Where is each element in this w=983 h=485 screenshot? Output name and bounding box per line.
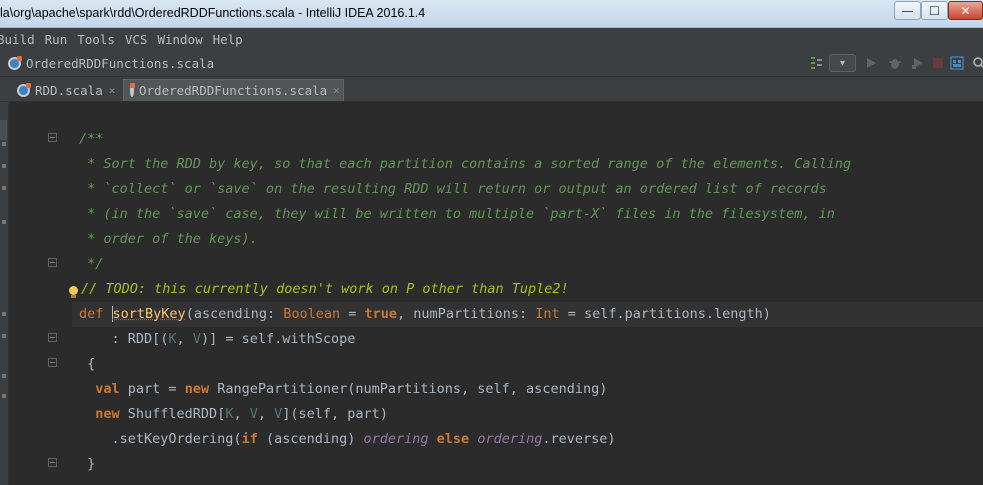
code-line-brace-close: } bbox=[79, 456, 96, 472]
type-param: V bbox=[192, 331, 201, 347]
window-title-bar: la\org\apache\spark\rdd\OrderedRDDFuncti… bbox=[0, 0, 983, 28]
keyword: new bbox=[184, 381, 210, 397]
code-line: /** bbox=[79, 131, 104, 147]
code-token: )] = self.withScope bbox=[200, 331, 356, 347]
tab-rdd-scala[interactable]: RDD.scala × bbox=[11, 79, 121, 101]
code-line-return-type: : RDD[(K, V)] = self.withScope bbox=[79, 327, 356, 352]
code-token: ](self, part) bbox=[282, 406, 388, 422]
todo-comment-line: // TODO: this currently doesn't work on … bbox=[81, 281, 569, 297]
code-token: : RDD[( bbox=[79, 331, 169, 347]
code-token: = bbox=[340, 306, 365, 322]
code-line: * order of the keys). bbox=[79, 231, 258, 247]
code-line: */ bbox=[79, 256, 104, 272]
fold-marker-icon[interactable] bbox=[48, 358, 57, 367]
debug-icon[interactable] bbox=[886, 54, 904, 72]
menu-tools[interactable]: Tools bbox=[77, 32, 115, 47]
close-button[interactable]: ✕ bbox=[948, 1, 983, 20]
breadcrumb-label: OrderedRDDFunctions.scala bbox=[26, 55, 215, 71]
type-param: V bbox=[249, 406, 258, 422]
code-line: * (in the `save` case, they will be writ… bbox=[79, 206, 835, 222]
menu-vcs[interactable]: VCS bbox=[125, 32, 148, 47]
close-tab-icon[interactable]: × bbox=[333, 84, 340, 97]
navigation-bar: OrderedRDDFunctions.scala ▾ bbox=[0, 50, 983, 77]
code-token: .reverse) bbox=[542, 431, 616, 447]
editor-gutter bbox=[9, 102, 72, 485]
tab-ordered-rdd-functions[interactable]: OrderedRDDFunctions.scala × bbox=[123, 79, 344, 101]
intention-bulb-icon[interactable] bbox=[69, 286, 79, 298]
scala-file-icon bbox=[8, 55, 22, 70]
keyword: val bbox=[95, 381, 120, 397]
keyword: if bbox=[241, 431, 258, 447]
code-token: = self.partitions.length) bbox=[559, 306, 771, 322]
scala-file-icon bbox=[17, 82, 31, 97]
code-line-brace-open: { bbox=[79, 356, 96, 372]
fold-marker-icon[interactable] bbox=[48, 258, 57, 267]
window-title: la\org\apache\spark\rdd\OrderedRDDFuncti… bbox=[0, 6, 426, 20]
field-reference: ordering bbox=[477, 431, 543, 447]
menu-help[interactable]: Help bbox=[213, 32, 243, 47]
field-reference: ordering bbox=[363, 431, 429, 447]
menu-build[interactable]: Build bbox=[0, 32, 35, 47]
code-line-new-shuffled: new ShuffledRDD[K, V, V](self, part) bbox=[79, 402, 388, 427]
tool-window-button[interactable] bbox=[2, 142, 6, 146]
code-token: , bbox=[233, 406, 250, 422]
breadcrumb-file[interactable]: OrderedRDDFunctions.scala bbox=[8, 53, 214, 73]
code-token: RangePartitioner(numPartitions, self, as… bbox=[209, 381, 608, 397]
keyword: new bbox=[95, 406, 120, 422]
code-token: , numPartitions: bbox=[397, 306, 536, 322]
coverage-icon[interactable] bbox=[909, 54, 927, 72]
code-line-val: val part = new RangePartitioner(numParti… bbox=[79, 377, 607, 402]
code-line-set-key-ordering: .setKeyOrdering(if (ascending) ordering … bbox=[79, 427, 616, 452]
chevron-down-icon: ▾ bbox=[839, 57, 846, 69]
tool-window-button[interactable] bbox=[2, 312, 6, 316]
fold-marker-icon[interactable] bbox=[48, 458, 57, 467]
close-icon: ✕ bbox=[960, 3, 971, 18]
keyword: else bbox=[436, 431, 470, 447]
minimize-button[interactable]: — bbox=[894, 1, 921, 20]
scala-file-icon bbox=[130, 83, 135, 97]
stop-icon[interactable] bbox=[929, 54, 947, 72]
make-project-icon[interactable] bbox=[808, 54, 826, 72]
type-name: Boolean bbox=[283, 306, 341, 322]
code-token: .setKeyOrdering( bbox=[79, 431, 242, 447]
code-token: part = bbox=[119, 381, 185, 397]
keyword: true bbox=[364, 306, 398, 322]
code-line: * `collect` or `save` on the resulting R… bbox=[79, 181, 827, 197]
tool-window-button[interactable] bbox=[2, 220, 6, 224]
menu-window[interactable]: Window bbox=[157, 32, 202, 47]
method-name: sortByKey bbox=[112, 306, 186, 322]
menu-bar: Build Run Tools VCS Window Help bbox=[0, 28, 983, 50]
project-structure-icon[interactable] bbox=[948, 54, 966, 72]
maximize-button[interactable]: ☐ bbox=[921, 1, 948, 20]
editor-tab-bar: RDD.scala × OrderedRDDFunctions.scala × bbox=[0, 77, 983, 102]
left-tool-window-strip bbox=[0, 102, 9, 485]
search-icon[interactable] bbox=[970, 54, 983, 72]
code-line: * Sort the RDD by key, so that each part… bbox=[79, 156, 852, 172]
tab-label: OrderedRDDFunctions.scala bbox=[139, 83, 328, 98]
keyword: def bbox=[79, 306, 104, 322]
code-token: , bbox=[257, 406, 275, 422]
tool-window-button[interactable] bbox=[2, 334, 6, 338]
code-line-def: def sortByKey(ascending: Boolean = true,… bbox=[79, 302, 771, 327]
code-token: (ascending) bbox=[257, 431, 364, 447]
close-tab-icon[interactable]: × bbox=[109, 84, 116, 97]
code-token: (ascending: bbox=[185, 306, 284, 322]
tool-window-button[interactable] bbox=[0, 120, 7, 140]
menu-run[interactable]: Run bbox=[45, 32, 68, 47]
tool-window-button[interactable] bbox=[2, 164, 6, 168]
run-icon[interactable] bbox=[862, 54, 880, 72]
code-token: , bbox=[176, 331, 193, 347]
tool-window-button[interactable] bbox=[2, 394, 6, 398]
maximize-icon: ☐ bbox=[929, 3, 940, 18]
tool-window-button[interactable] bbox=[2, 186, 6, 190]
tab-label: RDD.scala bbox=[35, 82, 103, 98]
type-param: K bbox=[168, 331, 177, 347]
code-token: ShuffledRDD[ bbox=[119, 406, 226, 422]
fold-marker-icon[interactable] bbox=[48, 133, 57, 142]
tool-window-button[interactable] bbox=[2, 374, 6, 378]
fold-marker-icon[interactable] bbox=[48, 333, 57, 342]
minimize-icon: — bbox=[901, 3, 914, 18]
type-name: Int bbox=[535, 306, 560, 322]
run-configuration-dropdown[interactable]: ▾ bbox=[829, 54, 856, 72]
